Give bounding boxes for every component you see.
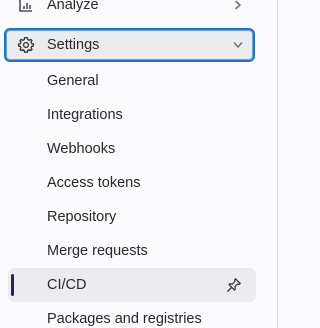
sidebar-item-label: Packages and registries xyxy=(47,311,202,327)
chevron-right-icon xyxy=(231,0,245,12)
sidebar-item-access-tokens[interactable]: Access tokens xyxy=(8,166,256,200)
section-label-settings: Settings xyxy=(47,37,100,53)
chevron-down-icon xyxy=(231,38,245,52)
sidebar-item-ci-cd[interactable]: CI/CD xyxy=(8,268,256,302)
sidebar-section-settings[interactable]: Settings xyxy=(4,28,255,62)
sidebar-item-label: CI/CD xyxy=(47,277,87,293)
active-indicator xyxy=(11,274,14,296)
sidebar-item-merge-requests[interactable]: Merge requests xyxy=(8,234,256,268)
sidebar-item-label: Access tokens xyxy=(47,175,141,191)
sidebar-item-label: Repository xyxy=(47,209,117,225)
chart-icon xyxy=(17,0,35,14)
sidebar: Analyze Settings General Integrations We… xyxy=(0,0,278,328)
sidebar-section-analyze[interactable]: Analyze xyxy=(4,0,255,19)
sidebar-item-label: Webhooks xyxy=(47,141,116,157)
sidebar-item-integrations[interactable]: Integrations xyxy=(8,98,256,132)
settings-submenu: General Integrations Webhooks Access tok… xyxy=(0,64,278,328)
gear-icon xyxy=(17,36,35,54)
sidebar-item-packages-and-registries[interactable]: Packages and registries xyxy=(8,302,256,328)
sidebar-item-general[interactable]: General xyxy=(8,64,256,98)
thumbtack-icon[interactable] xyxy=(226,277,242,293)
sidebar-item-label: Integrations xyxy=(47,107,123,123)
sidebar-item-label: General xyxy=(47,73,99,89)
sidebar-item-repository[interactable]: Repository xyxy=(8,200,256,234)
sidebar-item-webhooks[interactable]: Webhooks xyxy=(8,132,256,166)
section-label-analyze: Analyze xyxy=(47,0,99,13)
sidebar-item-label: Merge requests xyxy=(47,243,148,259)
